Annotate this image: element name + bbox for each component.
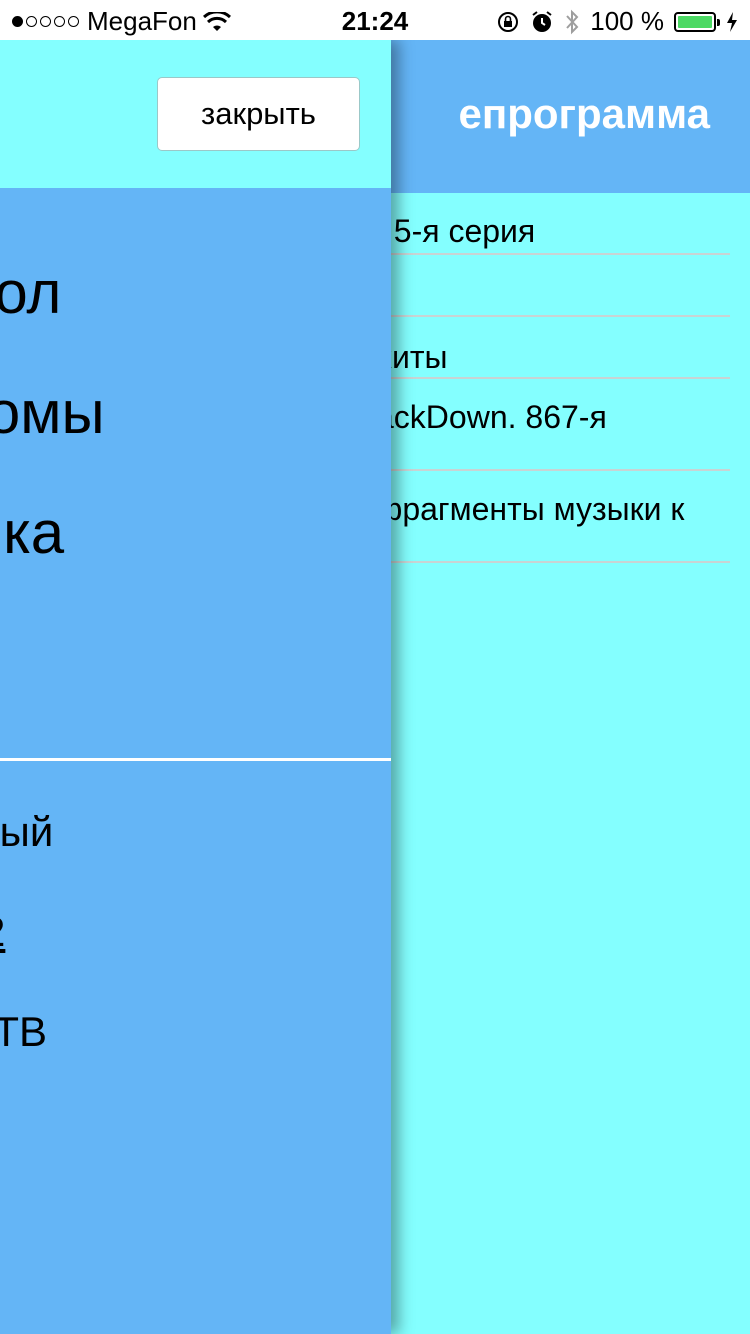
battery-fill	[678, 15, 712, 28]
close-button[interactable]: закрыть	[157, 77, 360, 151]
bluetooth-icon	[566, 9, 579, 34]
page-title: епрограмма	[458, 90, 711, 137]
program-title: фрагменты музыки к	[376, 491, 685, 527]
channel-item[interactable]: рвый	[0, 808, 53, 856]
rotation-lock-icon	[498, 11, 519, 32]
status-right: 100 %	[496, 6, 738, 37]
alarm-icon	[532, 10, 552, 32]
drawer-divider	[0, 758, 391, 761]
charging-icon	[727, 11, 737, 32]
status-bar: MegaFon 21:24 100 %	[0, 0, 750, 40]
battery-icon	[674, 11, 720, 32]
category-item[interactable]: комы	[0, 378, 105, 447]
program-title: ackDown. 867-я	[376, 399, 607, 435]
category-item[interactable]: ыка	[0, 498, 64, 567]
channel-item[interactable]: 2	[0, 908, 5, 956]
drawer-header: закрыть	[0, 40, 391, 188]
program-title: . 5-я серия	[376, 213, 536, 249]
category-item[interactable]: бол	[0, 258, 61, 327]
side-drawer: закрыть бол комы ыка рвый 2 З-ТВ	[0, 40, 391, 1334]
battery-percent: 100 %	[590, 6, 664, 36]
channel-item[interactable]: З-ТВ	[0, 1008, 47, 1056]
